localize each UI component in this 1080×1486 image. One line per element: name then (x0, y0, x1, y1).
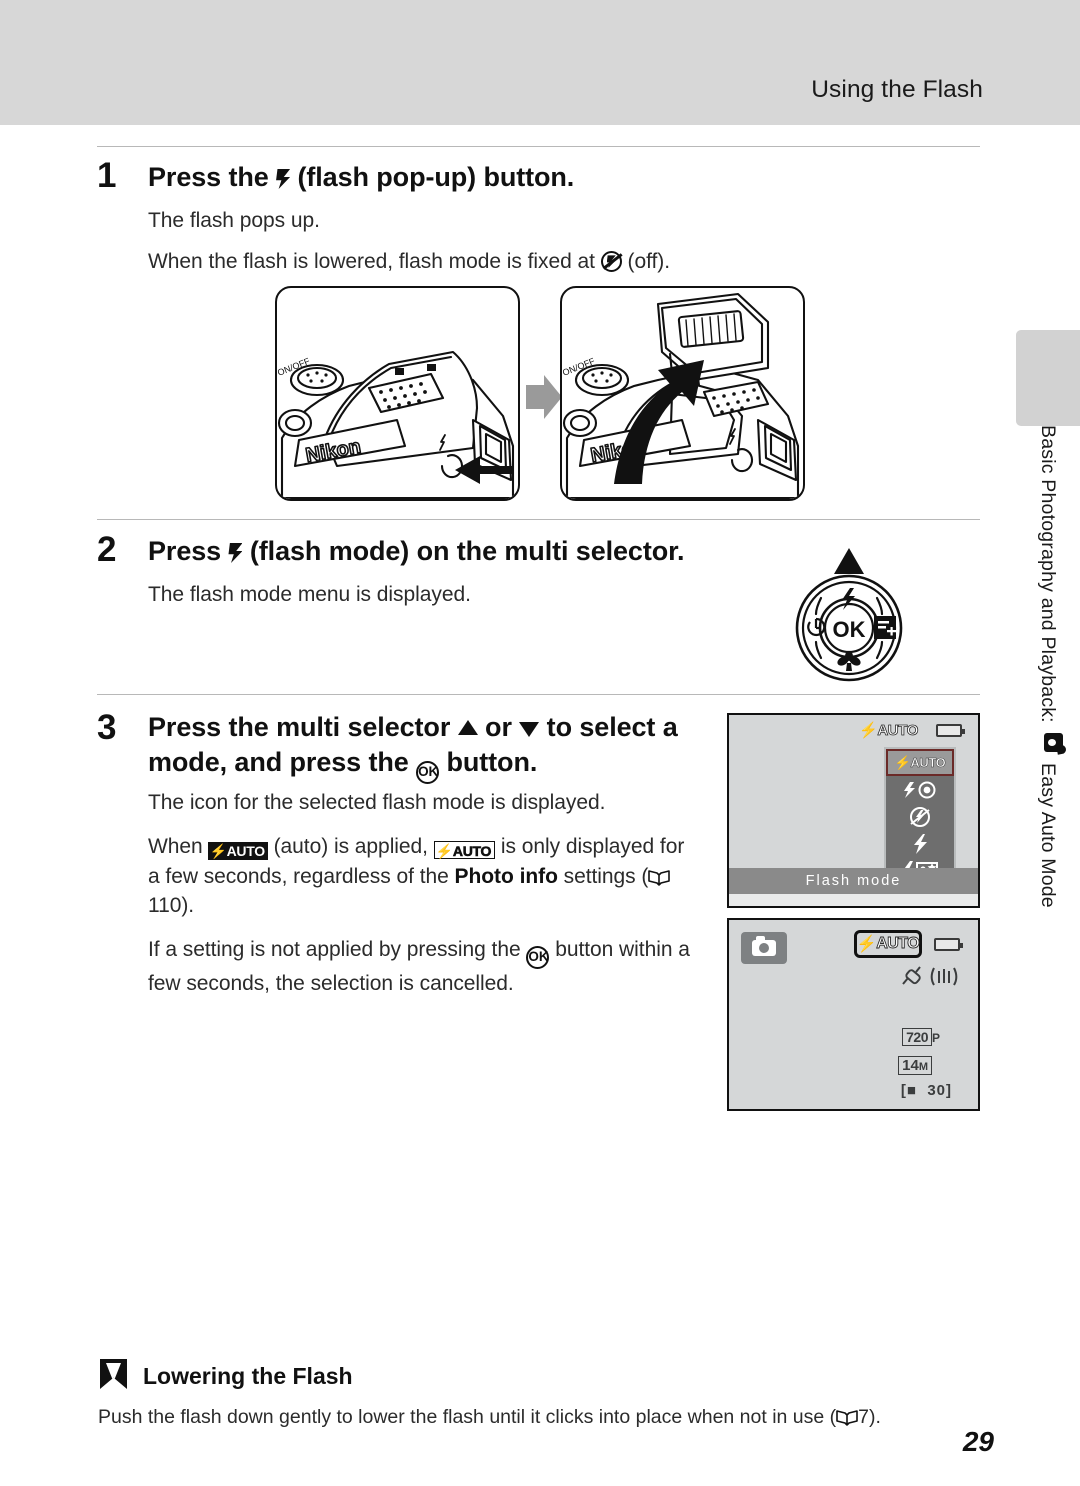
camera-flash-popped-up-drawing: ON/OFF Nikon (562, 292, 800, 499)
step-1-heading: Press the (flash pop-up) button. (148, 162, 575, 192)
camera-illustration-popped-up: ON/OFF Nikon (560, 286, 805, 501)
book-reference-icon (648, 869, 671, 886)
photo-info-bold: Photo info (454, 864, 558, 888)
ok-button-icon: OK (526, 946, 550, 970)
step-2-heading: Press (flash mode) on the multi selector… (148, 536, 685, 566)
af-assist-icon (902, 966, 921, 985)
page-number: 29 (962, 1426, 994, 1457)
flash-mode-menu-screen: ⚡AUTO ⚡AUTO Flash mode (727, 713, 980, 908)
chapter-tab-label-part2: Easy Auto Mode (1037, 763, 1059, 908)
chapter-tab-label-part1: Basic Photography and Playback: (1037, 425, 1059, 723)
step-1-body-line-1: The flash pops up. (148, 209, 320, 232)
screen1-caption-bar: Flash mode (729, 868, 978, 894)
exposure-compensation-icon (874, 616, 896, 639)
screen1-bottom-strip (729, 894, 978, 906)
flash-icon (228, 543, 242, 563)
camera-flash-closed-drawing: Nikon ON/OFF (277, 350, 515, 499)
page-title: Using the Flash (811, 76, 983, 103)
ok-button-label: OK (833, 617, 866, 642)
flash-off-icon (600, 250, 622, 272)
flash-auto-icon: ⚡AUTO (208, 841, 268, 860)
flash-option-auto[interactable]: ⚡AUTO (886, 749, 954, 776)
step-2-number: 2 (97, 530, 117, 569)
chapter-tab-label: Basic Photography and Playback: Easy Aut… (1016, 425, 1080, 965)
flash-icon (276, 169, 290, 189)
step-3-body-line-1: The icon for the selected flash mode is … (148, 791, 606, 814)
flash-option-off[interactable] (886, 803, 954, 830)
flash-auto-highlighted-badge: ⚡ AUTO (854, 930, 922, 958)
vibration-reduction-icon (930, 967, 958, 986)
page-header-band (0, 0, 1080, 125)
easy-auto-mode-icon (1043, 733, 1063, 753)
step-1-body-line-2: When the flash is lowered, flash mode is… (148, 249, 595, 273)
note-title: Lowering the Flash (143, 1363, 353, 1389)
divider-step-2 (97, 519, 980, 520)
manual-page: Using the Flash Basic Photography and Pl… (0, 0, 1080, 1486)
transition-arrow-icon (526, 375, 562, 424)
step-3-number: 3 (97, 708, 117, 747)
ok-button-icon: OK (416, 760, 440, 784)
movie-size-indicator: 720 P (902, 1028, 940, 1046)
divider-step-1 (97, 146, 980, 147)
up-arrow-icon (457, 720, 478, 735)
down-arrow-icon (519, 722, 540, 737)
chapter-tab-block (1016, 330, 1080, 426)
image-size-indicator: 14M (898, 1056, 932, 1075)
caution-mark-icon (100, 1359, 127, 1389)
multi-selector-illustration: OK (788, 546, 910, 687)
camera-illustration-closed: Nikon ON/OFF (275, 286, 520, 501)
step-1-body: The flash pops up. When the flash is low… (148, 206, 868, 277)
screen1-flash-auto-badge: ⚡AUTO (859, 722, 919, 740)
battery-icon (936, 724, 965, 737)
up-arrow-pointer (834, 548, 864, 574)
shots-remaining-indicator: [■ 30] (900, 1082, 952, 1099)
flash-mode-options-list[interactable]: ⚡AUTO (884, 747, 956, 886)
book-reference-icon (836, 1409, 858, 1426)
divider-step-3 (97, 694, 980, 695)
step-2-body: The flash mode menu is displayed. (148, 580, 788, 610)
easy-auto-camera-icon (741, 932, 787, 964)
step-1-body-line-2-suffix: (off). (627, 249, 671, 273)
step-3-body-line-3: If a setting is not applied by pressing … (148, 938, 690, 996)
shooting-display-screen: ⚡ AUTO 720 P 14M [■ 30] (727, 918, 980, 1111)
battery-icon (934, 938, 963, 951)
step-3-heading: Press the multi selector or to select a … (148, 710, 708, 784)
flash-auto-outline-icon: ⚡AUTO (433, 840, 496, 859)
step-1-number: 1 (97, 156, 117, 195)
step-3-body-line-2: When ⚡AUTO (auto) is applied, ⚡AUTO is o… (148, 834, 685, 918)
flash-option-fill-flash[interactable] (886, 830, 954, 857)
step-2-body-line-1: The flash mode menu is displayed. (148, 583, 471, 606)
flash-option-red-eye-reduction[interactable] (886, 776, 954, 803)
step-3-body: The icon for the selected flash mode is … (148, 788, 696, 999)
note-text: Push the flash down gently to lower the … (98, 1406, 881, 1428)
